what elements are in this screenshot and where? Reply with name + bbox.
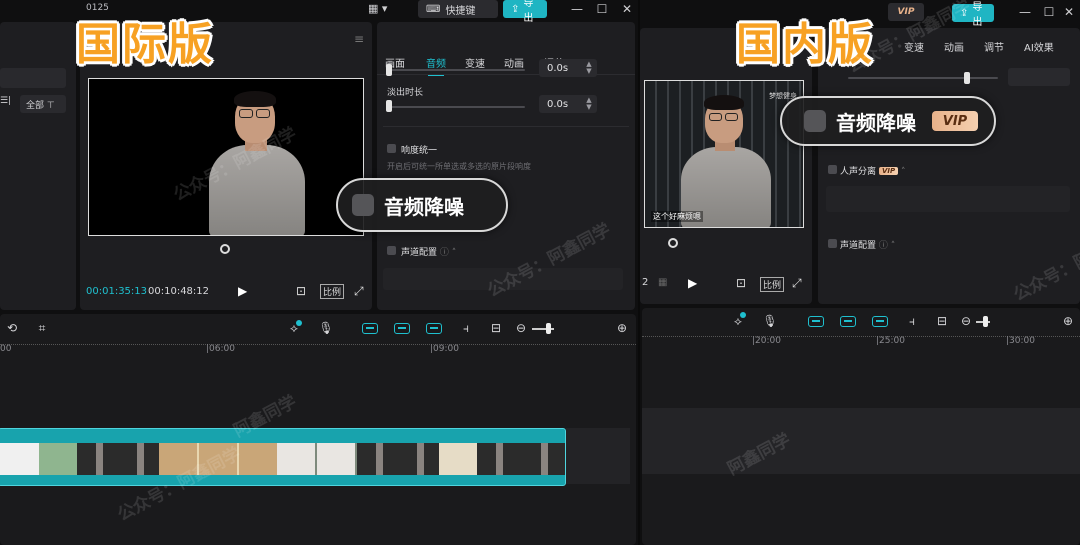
right-noise-reduction-checkbox[interactable] <box>804 110 826 132</box>
crop-icon[interactable]: ⌗ <box>34 321 50 335</box>
right-zoom-knob[interactable] <box>983 316 988 327</box>
captions-icon[interactable]: ⊟ <box>488 321 504 335</box>
vip-badge: VIP <box>932 111 978 131</box>
right-close-icon[interactable]: ✕ <box>1062 5 1076 19</box>
right-expand-icon[interactable]: ⤢ <box>792 276 802 291</box>
right-mic-icon[interactable]: 🎙 <box>762 314 778 328</box>
filter-dropdown[interactable]: 全部 ⊤ <box>20 95 66 113</box>
layout-icon[interactable]: ▦ ▾ <box>368 2 387 15</box>
tab-3[interactable]: 动画 <box>504 55 524 70</box>
maximize-icon[interactable]: ☐ <box>595 2 609 16</box>
expand-icon[interactable]: ⤢ <box>354 284 364 299</box>
rotate-icon[interactable]: ⟲ <box>4 321 20 335</box>
filter-icon: ⊤ <box>46 101 55 111</box>
right-zoom-in-icon[interactable]: ⊕ <box>1060 314 1076 328</box>
export-button[interactable]: ⇪ 导出 <box>503 0 547 24</box>
link-icon[interactable] <box>362 323 378 334</box>
tab-audio[interactable]: 音频 <box>426 55 446 76</box>
right-split-icon[interactable]: ⫞ <box>904 314 920 328</box>
right-track <box>642 408 1080 474</box>
list-view-icon[interactable]: ☰| <box>0 96 11 106</box>
tab-2[interactable]: 变速 <box>465 55 485 70</box>
noise-reduction-label: 音频降噪 <box>384 194 464 219</box>
noise-reduction-checkbox[interactable] <box>352 194 374 216</box>
right-slider-knob[interactable] <box>964 72 970 84</box>
stepper-icon[interactable]: ▲ ▼ <box>584 61 594 75</box>
preview-axis-icon[interactable] <box>394 323 410 334</box>
noise-reduction-bubble[interactable]: 音频降噪 <box>336 178 508 232</box>
voice-sep-checkbox[interactable] <box>828 165 837 174</box>
fade-out-slider[interactable] <box>387 106 525 108</box>
voice-sep-select[interactable] <box>826 186 1070 212</box>
stepper-icon[interactable]: ▲ ▼ <box>584 97 594 111</box>
right-tab-ai[interactable]: AI效果 <box>1024 39 1054 54</box>
mic-icon[interactable]: 🎙 <box>318 321 334 335</box>
media-search[interactable] <box>0 68 66 88</box>
subtitle: 这个好麻烦嗯 <box>651 211 703 222</box>
right-minimize-icon[interactable]: — <box>1018 5 1032 19</box>
right-crop-icon[interactable]: ⊡ <box>736 276 746 290</box>
right-maximize-icon[interactable]: ☐ <box>1042 5 1056 19</box>
track-empty <box>566 428 630 484</box>
right-channel-label: 声道配置 ⓘ ˄ <box>840 241 896 251</box>
fade-out-label: 淡出时长 <box>387 88 424 98</box>
minimize-icon[interactable]: — <box>570 2 584 16</box>
right-ratio-button[interactable]: 比例 <box>760 277 785 292</box>
right-preview-axis-icon[interactable] <box>840 316 856 327</box>
fade-in-input[interactable]: 0.0s ▲ ▼ <box>539 59 597 77</box>
fade-in-knob[interactable] <box>386 64 392 76</box>
right-tab-animation[interactable]: 动画 <box>944 39 964 54</box>
right-play-icon[interactable]: ▶ <box>688 276 697 290</box>
total-time: 00:10:48:12 <box>148 286 210 297</box>
export-icon: ⇪ <box>511 3 520 15</box>
right-channel-checkbox[interactable] <box>828 239 837 248</box>
right-tab-adjust[interactable]: 调节 <box>984 39 1004 54</box>
fade-out-knob[interactable] <box>386 100 392 112</box>
right-timeline-panel: ⟡ 🎙 ⫞ ⊟ ⊖ ⊕ |20:00 |25:00 |30:00 <box>642 308 1080 545</box>
ratio-button[interactable]: 比例 <box>320 284 345 299</box>
split-icon[interactable]: ⫞ <box>458 321 474 335</box>
right-rotate-handle-icon[interactable] <box>668 238 678 248</box>
right-zoom-out-icon[interactable]: ⊖ <box>958 314 974 328</box>
fade-in-slider[interactable] <box>387 69 525 71</box>
grid-icon[interactable]: ▦ <box>658 277 667 288</box>
zoom-knob[interactable] <box>546 323 551 334</box>
zoom-out-icon[interactable]: ⊖ <box>513 321 529 335</box>
channel-label: 声道配置 ⓘ ˄ <box>401 248 457 258</box>
right-number-box[interactable] <box>1008 68 1070 86</box>
right-presenter-figure <box>675 95 775 227</box>
menu-icon[interactable]: ≡ <box>354 32 364 46</box>
right-captions-icon[interactable]: ⊟ <box>934 314 950 328</box>
channel-checkbox[interactable] <box>387 246 396 255</box>
right-noise-reduction-label: 音频降噪 <box>836 110 916 135</box>
loudness-label: 响度统一 <box>401 146 438 156</box>
play-icon[interactable]: ▶ <box>238 284 247 298</box>
loudness-desc: 开启后可统一所单选或多选的原片段响度 <box>387 162 531 171</box>
timeline-panel: ⟲ ⌗ ⟡ 🎙 ⫞ ⊟ ⊖ ⊕ 00 |06:00 |09:00 <box>0 314 636 545</box>
fade-out-input[interactable]: 0.0s ▲ ▼ <box>539 95 597 113</box>
loudness-checkbox[interactable] <box>387 144 396 153</box>
snap-icon[interactable] <box>426 323 442 334</box>
shortcut-button[interactable]: ⌨ 快捷键 <box>418 0 498 18</box>
keyboard-icon: ⌨ <box>426 3 441 15</box>
video-clip[interactable] <box>0 428 566 486</box>
close-icon[interactable]: ✕ <box>620 2 634 16</box>
right-link-icon[interactable] <box>808 316 824 327</box>
current-time: 00:01:35:13 <box>86 286 148 297</box>
zoom-in-icon[interactable]: ⊕ <box>614 321 630 335</box>
rotate-handle-icon[interactable] <box>220 244 230 254</box>
right-video-preview[interactable]: 梦想健身 这个好麻烦嗯 <box>644 80 804 228</box>
right-noise-reduction-bubble[interactable]: 音频降噪 VIP <box>780 96 996 146</box>
right-snap-icon[interactable] <box>872 316 888 327</box>
media-panel: ☰| 全部 ⊤ <box>0 22 76 310</box>
ruler <box>0 344 636 345</box>
voice-sep-label: 人声分离 VIP ˄ <box>840 167 906 177</box>
intl-version-title: 国际版 <box>76 19 214 70</box>
fullscreen-crop-icon[interactable]: ⊡ <box>296 284 306 298</box>
right-slider[interactable] <box>848 77 998 79</box>
